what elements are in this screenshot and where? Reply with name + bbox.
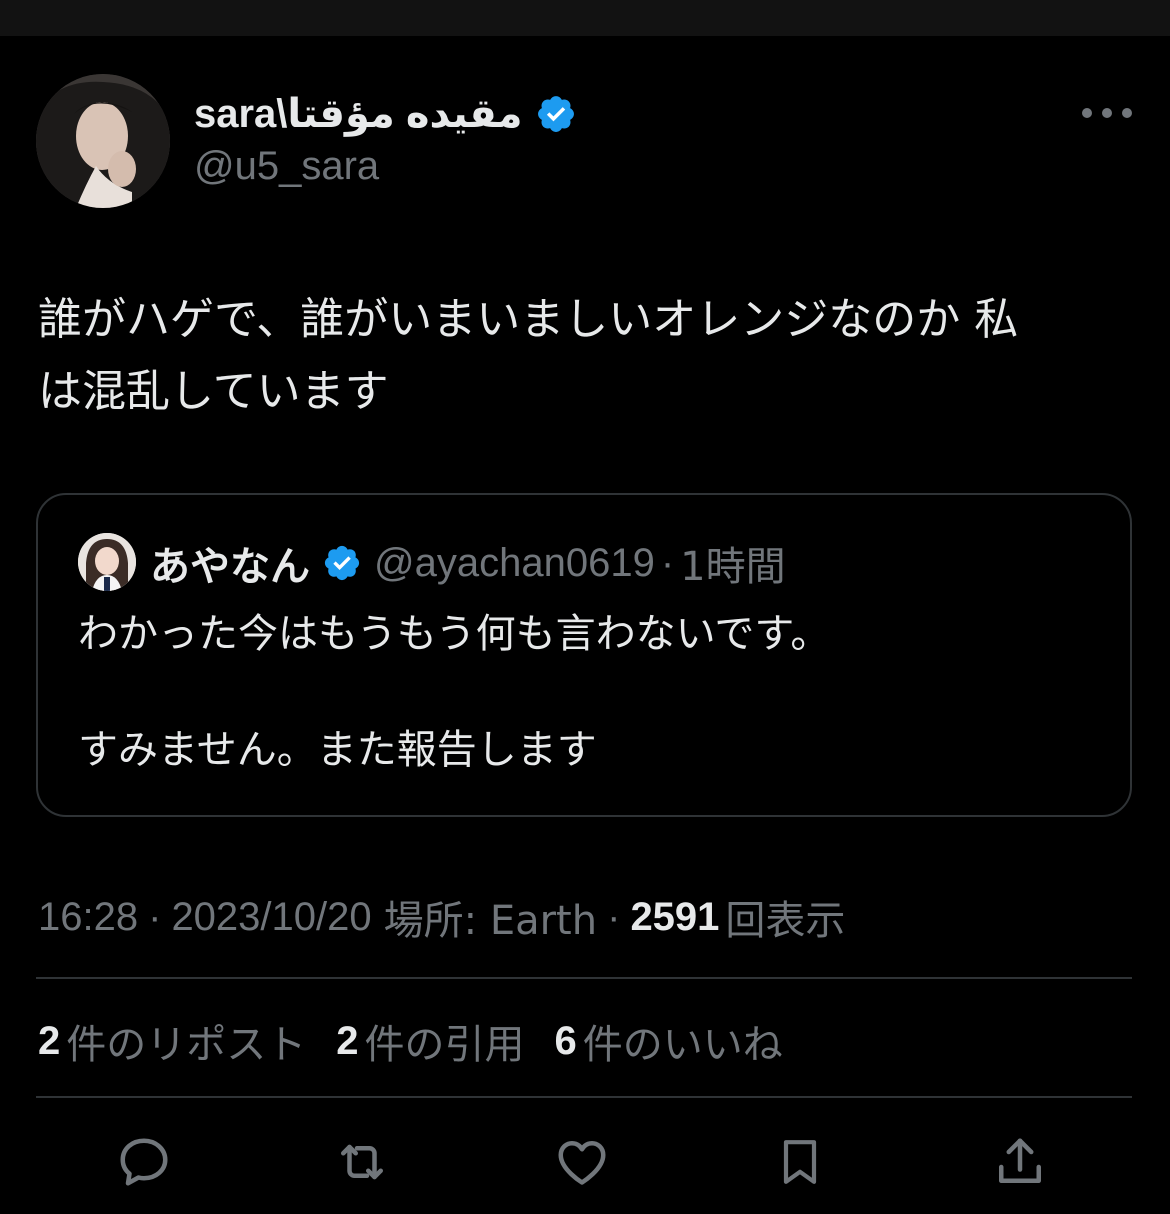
quote-author-handle: @ayachan0619 [374, 540, 655, 585]
separator-dot: · [660, 540, 675, 585]
stat-label: 件のリポスト [66, 1022, 307, 1068]
tweet-date[interactable]: 2023/10/20 [171, 895, 371, 940]
engagement-stats: 2 件のリポスト 2 件の引用 6 件のいいね [38, 1012, 813, 1070]
quotes-stat[interactable]: 2 件の引用 [336, 1012, 524, 1070]
author-display-name[interactable]: sara\مقيده مؤقتا [194, 91, 523, 137]
quote-timestamp: 1時間 [680, 544, 786, 590]
quote-author-name: あやなん [150, 544, 310, 590]
stat-label: 件のいいね [582, 1022, 783, 1068]
tweet-text-line: は混乱しています [38, 366, 389, 417]
likes-stat[interactable]: 6 件のいいね [555, 1012, 783, 1070]
share-icon[interactable] [988, 1130, 1052, 1194]
divider [36, 977, 1132, 979]
more-options-icon[interactable] [1082, 98, 1132, 128]
reposts-stat[interactable]: 2 件のリポスト [38, 1012, 306, 1070]
separator-dot: · [148, 894, 162, 939]
verified-badge-icon [324, 545, 360, 581]
quote-header: あやなん @ayachan0619 · 1時間 [150, 535, 786, 591]
reply-icon[interactable] [112, 1130, 176, 1194]
repost-icon[interactable] [330, 1130, 394, 1194]
divider [36, 1096, 1132, 1098]
author-handle[interactable]: @u5_sara [194, 144, 379, 189]
quote-text-line: わかった今はもうもう何も言わないです。 [78, 611, 831, 657]
tweet-location: 場所: Earth [383, 898, 598, 944]
tweet-meta: 16:28 · 2023/10/20 場所: Earth · 2591 回表示 [38, 888, 845, 946]
stat-label: 件の引用 [364, 1022, 525, 1068]
stat-count: 2 [38, 1018, 61, 1063]
quote-author-avatar [78, 533, 136, 591]
like-icon[interactable] [550, 1130, 614, 1194]
quote-text: わかった今はもうもう何も言わないです。 すみません。また報告します [78, 605, 1078, 779]
stat-count: 2 [336, 1018, 359, 1063]
separator-dot: · [607, 894, 621, 939]
status-bar [0, 0, 1170, 36]
author-name-row: sara\مقيده مؤقتا [194, 86, 577, 142]
tweet-text-line: 誰がハゲで、誰がいまいましいオレンジなのか 私 [38, 294, 1019, 345]
bookmark-icon[interactable] [768, 1130, 832, 1194]
author-avatar[interactable] [36, 74, 170, 208]
quote-text-line: すみません。また報告します [78, 727, 597, 773]
tweet-text: 誰がハゲで、誰がいまいましいオレンジなのか 私 は混乱しています [38, 284, 1128, 428]
quoted-tweet[interactable]: あやなん @ayachan0619 · 1時間 わかった今はもうもう何も言わない… [36, 493, 1132, 817]
views-count[interactable]: 2591 [630, 895, 719, 940]
action-bar [0, 1130, 1170, 1194]
views-label[interactable]: 回表示 [725, 888, 845, 946]
verified-badge-icon [537, 96, 574, 132]
stat-count: 6 [554, 1018, 577, 1063]
tweet-time[interactable]: 16:28 [38, 895, 138, 940]
